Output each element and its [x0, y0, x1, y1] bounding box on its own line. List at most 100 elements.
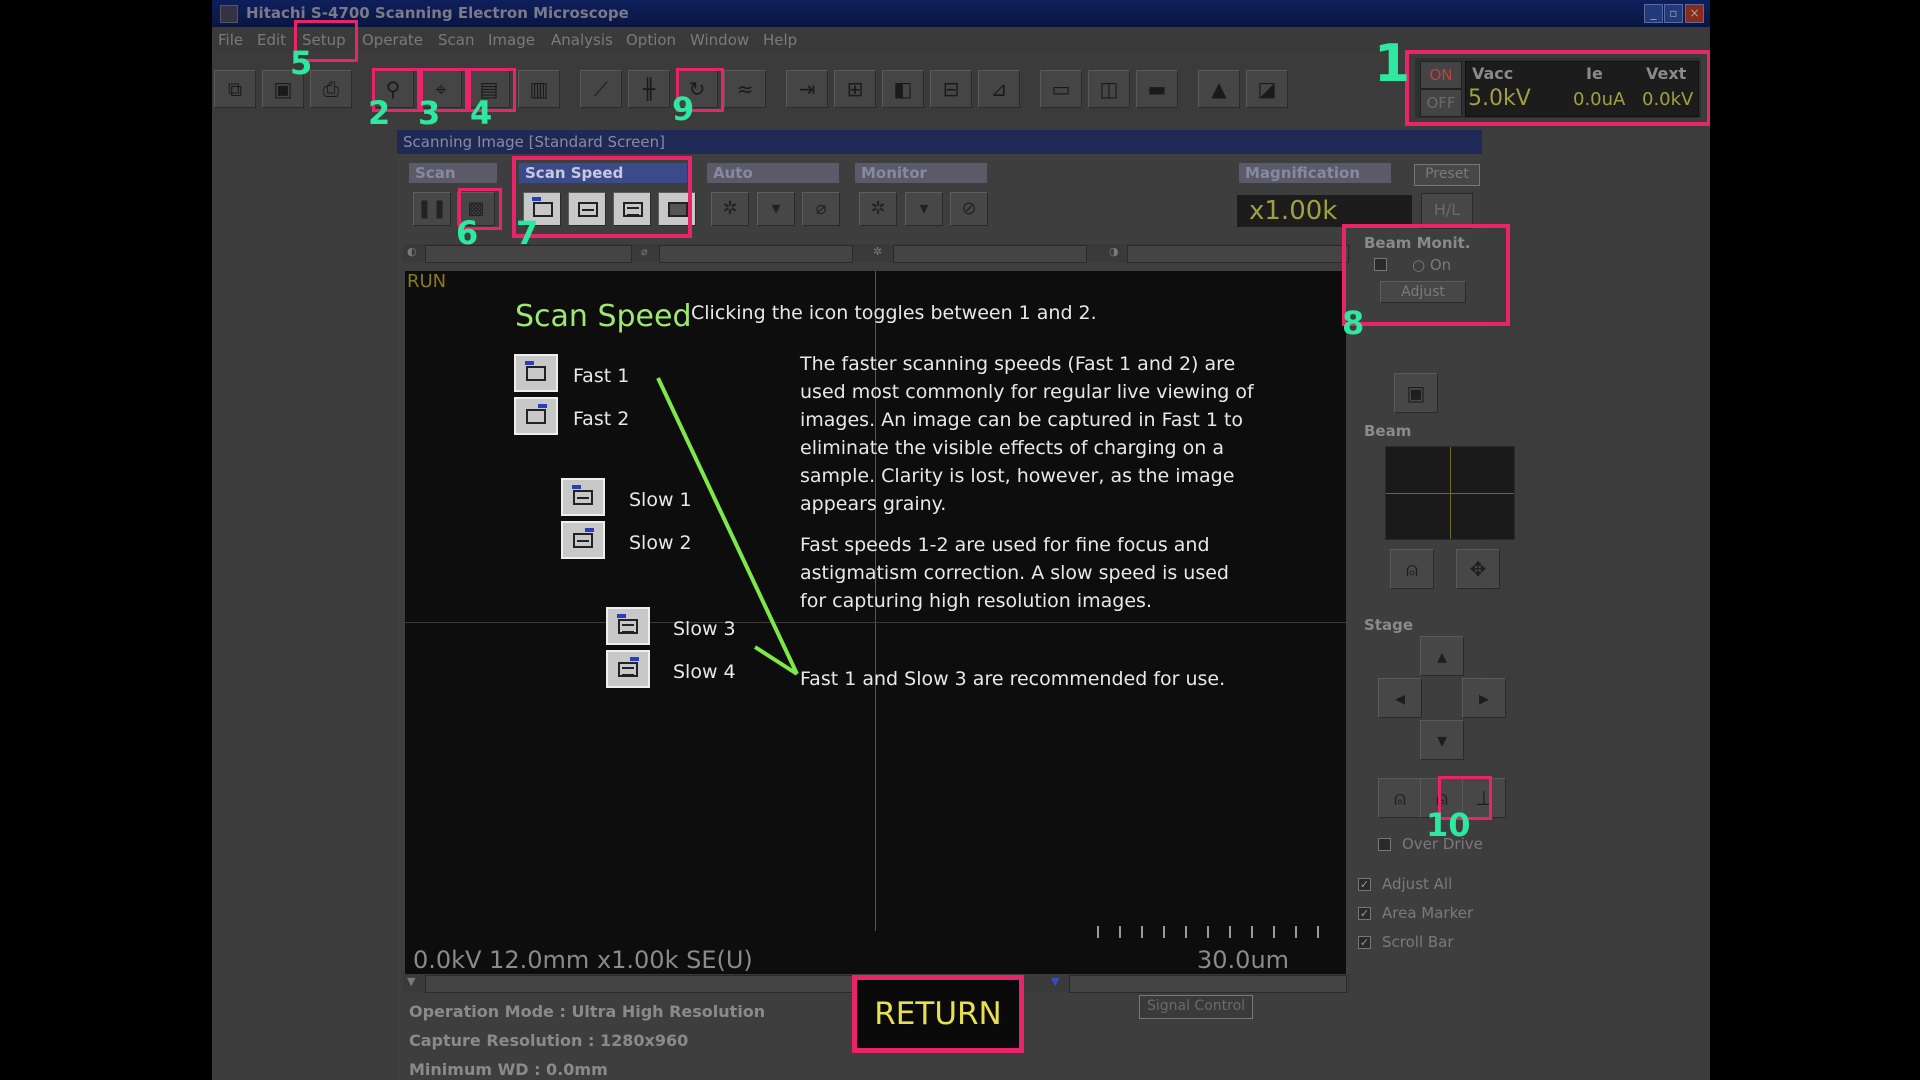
scale-bar-label: 30.0um [1197, 946, 1290, 974]
stage-left-icon[interactable]: ◂ [1378, 678, 1422, 718]
beam-label: Beam [1364, 422, 1412, 440]
auto-group-label: Auto [707, 163, 839, 183]
bottom-slider-right[interactable] [1069, 975, 1347, 993]
app-icon [220, 5, 238, 23]
magnification-display: x1.00k [1237, 195, 1412, 227]
screen-dual-icon[interactable]: ◫ [1088, 70, 1130, 108]
focus-slider[interactable] [893, 245, 1087, 263]
adjust-all-checkbox[interactable]: ✓ [1358, 878, 1371, 891]
return-button[interactable]: RETURN [852, 975, 1024, 1053]
beam-move-icon[interactable]: ✥ [1456, 549, 1500, 589]
split-icon[interactable]: ⊟ [930, 70, 972, 108]
print-icon[interactable]: ⎙ [310, 70, 352, 108]
monitor-group-label: Monitor [855, 163, 987, 183]
scan-image-area[interactable]: RUN Scan Speed Clicking the icon toggles… [405, 271, 1346, 974]
menu-option[interactable]: Option [626, 31, 676, 49]
stage-mouse-icon[interactable]: ⍝ [1378, 778, 1422, 818]
callout-3: 3 [418, 94, 441, 132]
callout-7: 7 [516, 214, 539, 252]
monitor-focus-button[interactable]: ▾ [905, 192, 943, 226]
auto-stigma-button[interactable]: ⌀ [802, 192, 840, 226]
monitor-brightness-button[interactable]: ✲ [859, 192, 897, 226]
image-info-bar: 0.0kV 12.0mm x1.00k SE(U) [413, 946, 753, 974]
screen-full-icon[interactable]: ▬ [1136, 70, 1178, 108]
film-icon[interactable]: ▥ [518, 70, 560, 108]
area-marker-label: Area Marker [1382, 904, 1474, 922]
stigma-slider-icon: ◑ [1109, 245, 1119, 258]
menu-file[interactable]: File [218, 31, 243, 49]
stage-label: Stage [1364, 616, 1414, 634]
title-bar: Hitachi S-4700 Scanning Electron Microsc… [212, 0, 1710, 27]
scan-group-label: Scan [409, 163, 497, 183]
focus-icon: ✲ [873, 245, 883, 258]
brightness-icon: ◐ [407, 245, 417, 258]
beam-mouse-icon[interactable]: ⍝ [1390, 549, 1434, 589]
highlight-beam-monit [1342, 224, 1510, 326]
pci-icon[interactable]: ◪ [1246, 70, 1288, 108]
callout-2: 2 [368, 94, 391, 132]
capture-resolution: Capture Resolution : 1280x960 [409, 1031, 689, 1050]
contrast-icon: ⌀ [641, 245, 648, 258]
callout-10: 10 [1426, 806, 1471, 844]
contrast-slider[interactable] [659, 245, 853, 263]
scale-ticks [1097, 926, 1337, 940]
magnification-group-label: Magnification [1239, 163, 1391, 183]
menu-image[interactable]: Image [488, 31, 535, 49]
auto-focus-button[interactable]: ▾ [757, 192, 795, 226]
preset-button[interactable]: Preset [1414, 164, 1480, 186]
menu-analysis[interactable]: Analysis [551, 31, 613, 49]
operation-mode: Operation Mode : Ultra High Resolution [409, 1002, 766, 1021]
overlay-arrow [656, 377, 799, 676]
adjust-all-label: Adjust All [1382, 875, 1453, 893]
area-marker-checkbox[interactable]: ✓ [1358, 907, 1371, 920]
highlight-scan-speed [512, 156, 692, 238]
scanning-image-window: Scanning Image [Standard Screen] Scan Sc… [397, 130, 1482, 1080]
menu-edit[interactable]: Edit [257, 31, 286, 49]
beam-capture-icon[interactable]: ▣ [1394, 373, 1438, 413]
stigma-slider[interactable] [1127, 245, 1349, 263]
signal-control-button[interactable]: Signal Control [1139, 995, 1253, 1019]
new-window-icon[interactable]: ⧉ [214, 70, 256, 108]
histogram-icon[interactable]: ▲ [1198, 70, 1240, 108]
menu-scan[interactable]: Scan [438, 31, 474, 49]
bottom-slider-left[interactable] [425, 975, 907, 993]
stigma-icon[interactable]: ≈ [724, 70, 766, 108]
minimize-icon[interactable]: _ [1644, 4, 1663, 23]
detector-icon[interactable]: ⊞ [834, 70, 876, 108]
marker-blue-icon: ▼ [1051, 975, 1060, 988]
callout-4: 4 [470, 94, 493, 132]
stage-down-icon[interactable]: ▾ [1420, 720, 1464, 760]
menu-window[interactable]: Window [690, 31, 749, 49]
screen-standard-icon[interactable]: ▭ [1040, 70, 1082, 108]
contrast-icon[interactable]: ◧ [882, 70, 924, 108]
stage-up-icon[interactable]: ▴ [1420, 636, 1464, 676]
aperture-icon[interactable]: ⇥ [786, 70, 828, 108]
menu-operate[interactable]: Operate [362, 31, 423, 49]
return-button-label: RETURN [874, 996, 1002, 1032]
scroll-bar-label: Scroll Bar [1382, 933, 1454, 951]
auto-brightness-button[interactable]: ✲ [711, 192, 749, 226]
callout-5: 5 [290, 44, 313, 82]
pause-button[interactable]: ❚❚ [413, 192, 451, 226]
monitor-stigma-button[interactable]: ⊘ [950, 192, 988, 226]
inner-window-title: Scanning Image [Standard Screen] [397, 130, 1482, 154]
align-icon[interactable]: ⟋ [580, 70, 622, 108]
stage-right-icon[interactable]: ▸ [1462, 678, 1506, 718]
app-screen: Hitachi S-4700 Scanning Electron Microsc… [212, 0, 1710, 1080]
gun-align-icon[interactable]: ╫ [628, 70, 670, 108]
adjust-slider-row: ◐ ⌀ ✲ ◑ [403, 244, 1351, 263]
maximize-icon[interactable]: ▫ [1664, 4, 1683, 23]
highlight-hv-status [1405, 50, 1710, 126]
over-drive-checkbox[interactable] [1378, 838, 1391, 851]
beam-position-view[interactable] [1385, 446, 1515, 540]
measure-icon[interactable]: ⊿ [978, 70, 1020, 108]
marker-icon: ▼ [407, 975, 416, 988]
callout-6: 6 [456, 214, 479, 252]
callout-1: 1 [1374, 34, 1411, 94]
menu-help[interactable]: Help [763, 31, 797, 49]
callout-9: 9 [672, 90, 695, 128]
minimum-wd: Minimum WD : 0.0mm [409, 1060, 608, 1079]
close-icon[interactable]: × [1685, 4, 1704, 23]
callout-8: 8 [1342, 304, 1365, 342]
scroll-bar-checkbox[interactable]: ✓ [1358, 936, 1371, 949]
